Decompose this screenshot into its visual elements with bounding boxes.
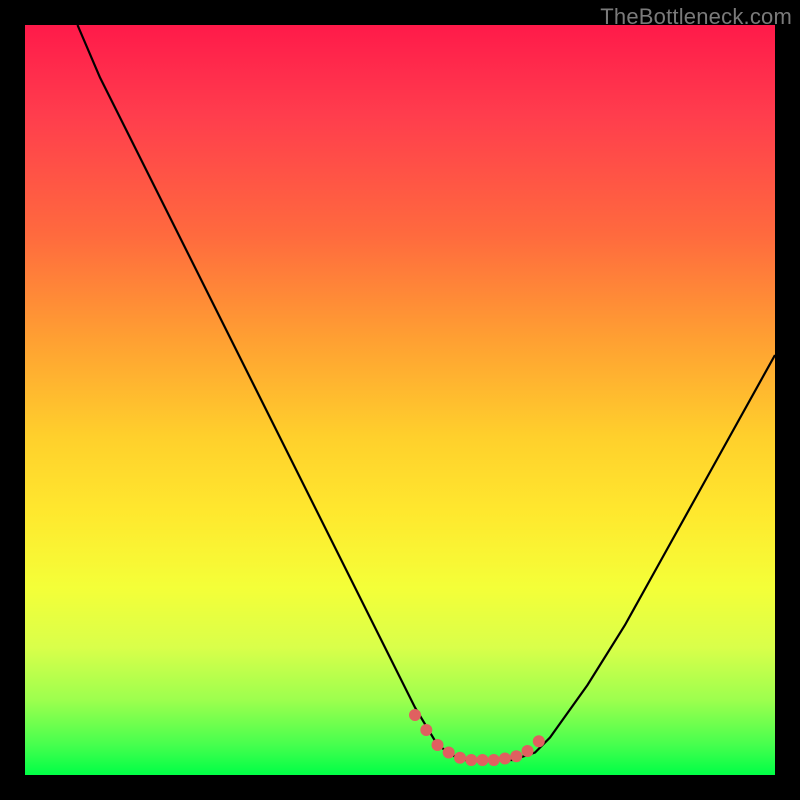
valley-dot — [477, 754, 489, 766]
valley-dot — [409, 709, 421, 721]
valley-dot — [510, 750, 522, 762]
valley-dot — [488, 754, 500, 766]
chart-frame: TheBottleneck.com — [0, 0, 800, 800]
valley-dot — [432, 739, 444, 751]
valley-dot — [533, 735, 545, 747]
valley-dot — [522, 745, 534, 757]
watermark-text: TheBottleneck.com — [600, 4, 792, 30]
valley-dot — [499, 753, 511, 765]
valley-dot — [465, 754, 477, 766]
valley-dot — [420, 724, 432, 736]
curve-svg — [25, 25, 775, 775]
valley-dots-group — [409, 709, 545, 766]
valley-dot — [443, 747, 455, 759]
bottleneck-curve — [78, 25, 776, 760]
plot-area — [25, 25, 775, 775]
valley-dot — [454, 752, 466, 764]
